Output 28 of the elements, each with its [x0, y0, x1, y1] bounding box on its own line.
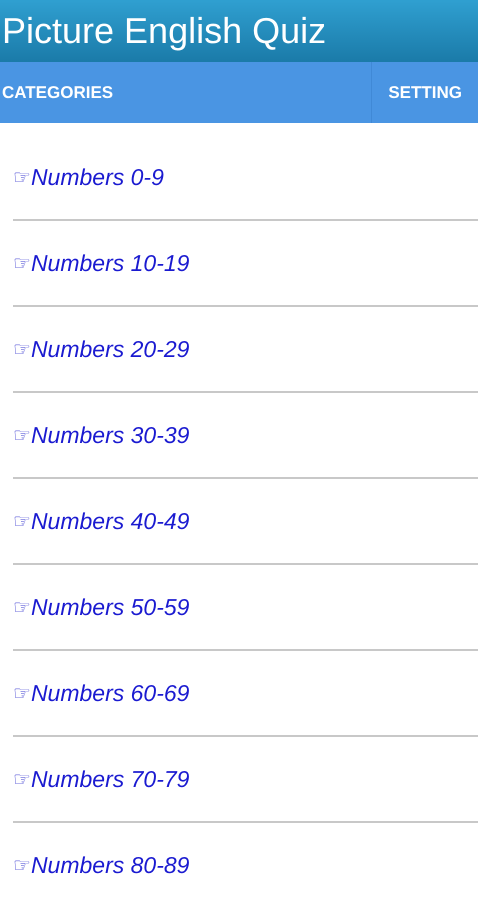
- pointing-hand-icon: ☞: [13, 334, 31, 364]
- category-item[interactable]: ☞Numbers 40-49: [13, 504, 190, 538]
- category-label: Numbers 80-89: [30, 850, 190, 880]
- pointing-hand-icon: ☞: [13, 248, 31, 278]
- category-label: Numbers 70-79: [30, 764, 190, 794]
- category-label: Numbers 10-19: [30, 248, 190, 278]
- category-item[interactable]: ☞Numbers 80-89: [13, 848, 190, 882]
- category-item[interactable]: ☞Numbers 30-39: [13, 418, 190, 452]
- pointing-hand-icon: ☞: [13, 678, 31, 708]
- category-item[interactable]: ☞Numbers 20-29: [13, 332, 190, 366]
- category-item[interactable]: ☞Numbers 50-59: [13, 590, 190, 624]
- pointing-hand-icon: ☞: [13, 420, 31, 450]
- pointing-hand-icon: ☞: [13, 764, 31, 794]
- pointing-hand-icon: ☞: [13, 162, 31, 192]
- category-label: Numbers 0-9: [30, 162, 164, 192]
- category-item[interactable]: ☞Numbers 0-9: [13, 160, 164, 194]
- category-item[interactable]: ☞Numbers 70-79: [13, 762, 190, 796]
- pointing-hand-icon: ☞: [13, 850, 31, 880]
- app-title: Picture English Quiz: [2, 13, 326, 49]
- category-label: Numbers 40-49: [30, 506, 190, 536]
- category-label: Numbers 50-59: [30, 592, 190, 622]
- pointing-hand-icon: ☞: [13, 506, 31, 536]
- category-item[interactable]: ☞Numbers 10-19: [13, 246, 190, 280]
- category-label: Numbers 20-29: [30, 334, 190, 364]
- category-label: Numbers 60-69: [30, 678, 190, 708]
- category-label: Numbers 30-39: [30, 420, 190, 450]
- pointing-hand-icon: ☞: [13, 592, 31, 622]
- category-item[interactable]: ☞Numbers 60-69: [13, 676, 190, 710]
